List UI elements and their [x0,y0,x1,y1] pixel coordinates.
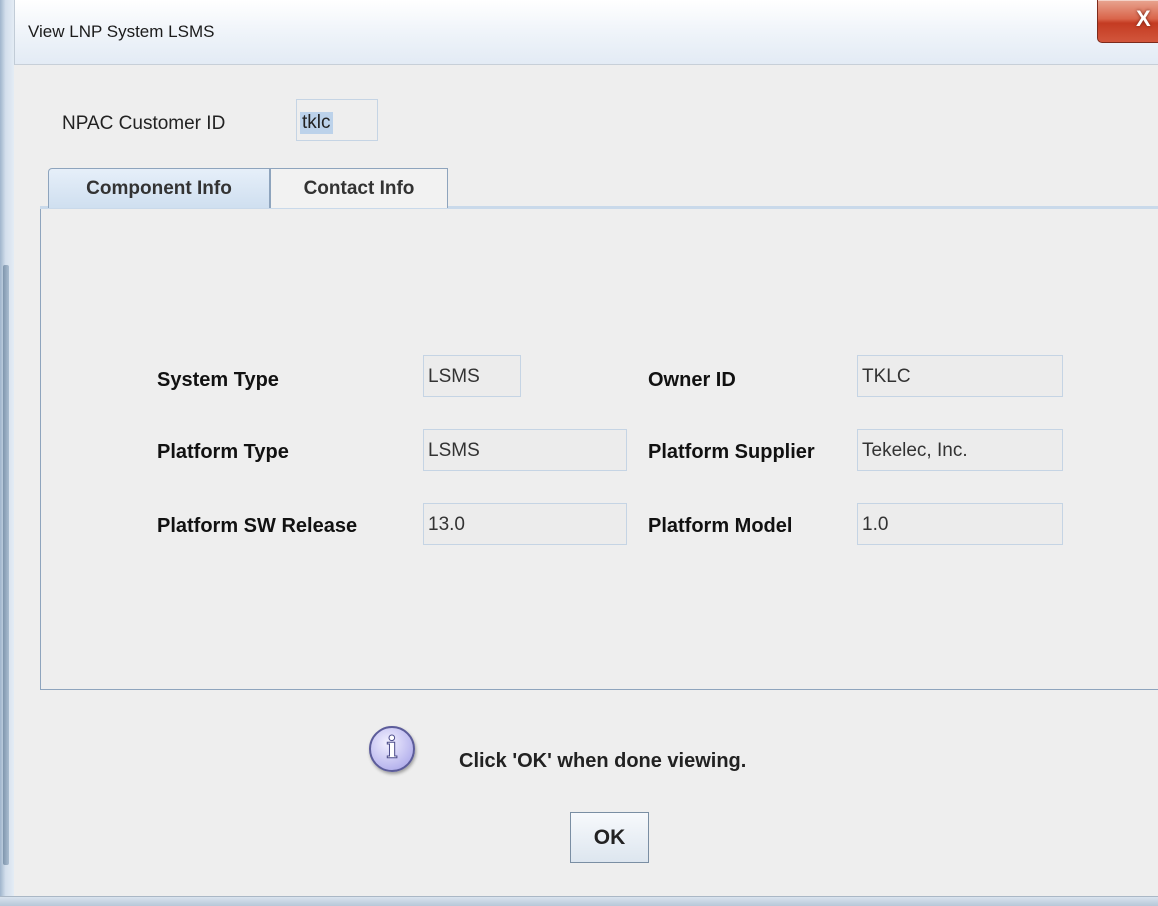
platform-sw-release-value: 13.0 [428,514,465,535]
title-bar[interactable]: View LNP System LSMS [0,0,1158,65]
platform-sw-release-label: Platform SW Release [157,515,358,537]
platform-model-value: 1.0 [862,514,889,535]
close-icon: X [1136,6,1151,31]
platform-type-label: Platform Type [157,441,289,463]
info-message: Click 'OK' when done viewing. [459,750,747,772]
platform-type-value: LSMS [428,440,480,461]
window-title: View LNP System LSMS [28,22,215,41]
close-button[interactable]: X [1097,0,1158,43]
platform-model-field[interactable]: 1.0 [857,503,1063,545]
owner-id-field[interactable]: TKLC [857,355,1063,397]
platform-supplier-value: Tekelec, Inc. [862,440,968,461]
platform-supplier-label: Platform Supplier [648,441,815,463]
tab-contact-info[interactable]: Contact Info [270,168,448,208]
info-icon-glyph: i [386,731,398,767]
window-frame-left [0,0,15,905]
platform-type-field[interactable]: LSMS [423,429,627,471]
tab-component-info-label: Component Info [86,177,232,199]
dialog-window: View LNP System LSMS X NPAC Customer ID … [0,0,1158,906]
info-icon: i [369,726,415,772]
platform-supplier-field[interactable]: Tekelec, Inc. [857,429,1063,471]
window-frame-edge [3,265,9,865]
system-type-field[interactable]: LSMS [423,355,521,397]
tab-component-info[interactable]: Component Info [48,168,270,208]
npac-customer-id-value: tklc [300,112,333,134]
system-type-value: LSMS [428,366,480,387]
owner-id-label: Owner ID [648,369,736,391]
npac-customer-id-field[interactable]: tklc [296,99,378,141]
platform-model-label: Platform Model [648,515,793,537]
tab-contact-info-label: Contact Info [303,177,415,199]
npac-customer-id-label: NPAC Customer ID [62,113,226,134]
owner-id-value: TKLC [862,366,911,387]
system-type-label: System Type [157,369,279,391]
platform-sw-release-field[interactable]: 13.0 [423,503,627,545]
ok-button[interactable]: OK [570,812,649,863]
